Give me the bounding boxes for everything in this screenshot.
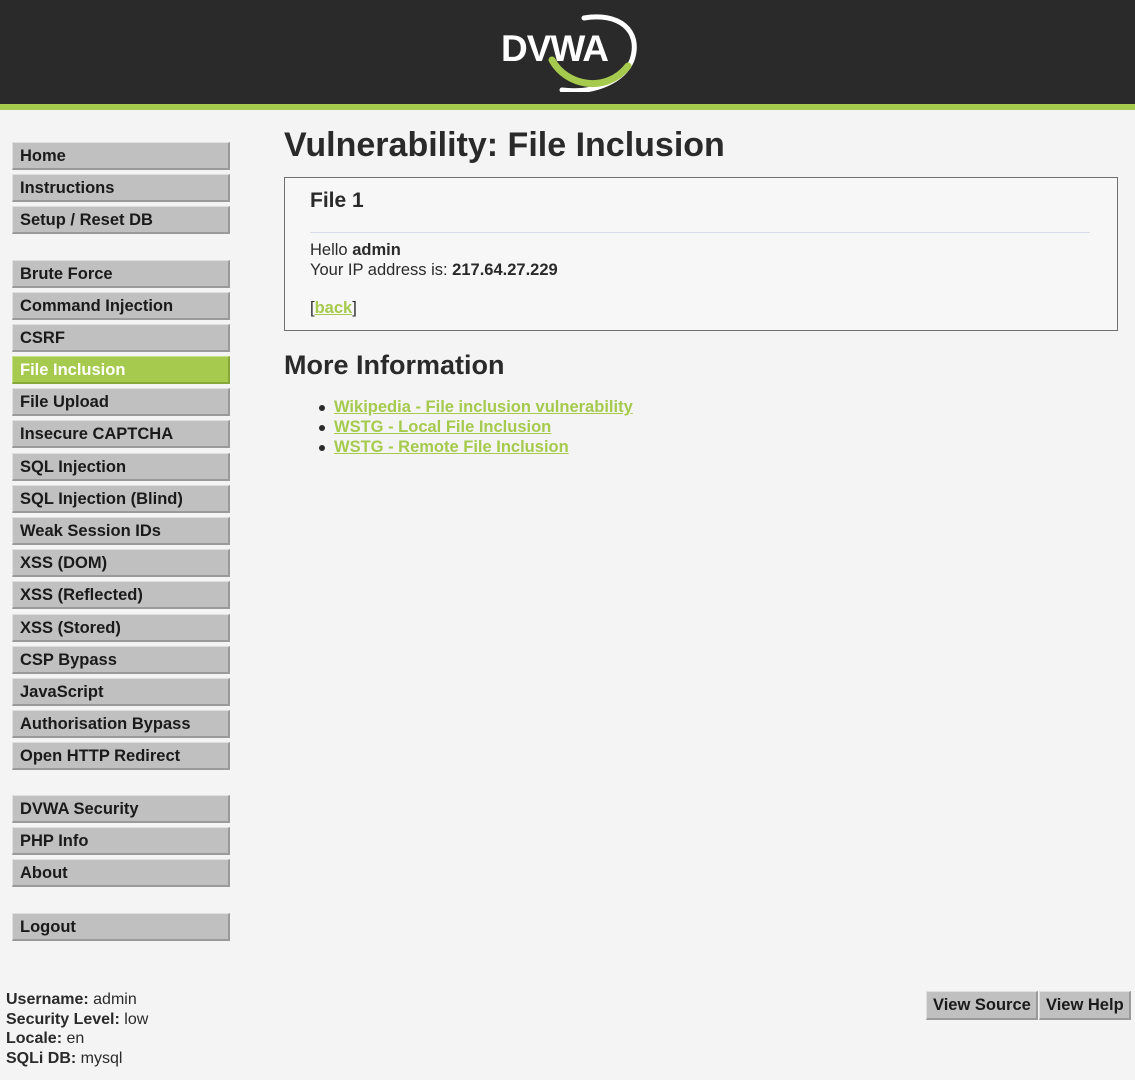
view-source-button[interactable]: View Source [926, 991, 1038, 1020]
sidebar-item-csp-bypass[interactable]: CSP Bypass [12, 645, 230, 674]
sidebar-item-dvwa-security[interactable]: DVWA Security [12, 795, 230, 823]
locale-value: en [66, 1030, 85, 1047]
sidebar-item-setup-reset-db[interactable]: Setup / Reset DB [12, 206, 230, 235]
sidebar-item-xss-stored[interactable]: XSS (Stored) [12, 613, 230, 642]
sqli-db-row: SQLi DB: mysql [6, 1049, 148, 1069]
greeting-prefix: Hello [310, 241, 353, 259]
sqli-db-value: mysql [80, 1049, 123, 1067]
sidebar-item-insecure-captcha[interactable]: Insecure CAPTCHA [12, 420, 230, 449]
sidebar-item-file-upload[interactable]: File Upload [12, 388, 230, 417]
more-information-list: Wikipedia - File inclusion vulnerability… [316, 398, 633, 458]
view-help-button[interactable]: View Help [1039, 991, 1131, 1020]
file-heading: File 1 [310, 189, 364, 212]
locale-label: Locale: [6, 1030, 63, 1047]
header-bar: DVWA [0, 0, 1135, 104]
sqli-db-label: SQLi DB: [6, 1049, 77, 1067]
sidebar-group-settings: DVWA Security PHP Info About [12, 795, 230, 892]
sidebar-item-xss-dom[interactable]: XSS (DOM) [12, 549, 230, 578]
divider [310, 232, 1090, 233]
sidebar-item-authorisation-bypass[interactable]: Authorisation Bypass [12, 710, 230, 739]
wikipedia-file-inclusion-link[interactable]: Wikipedia - File inclusion vulnerability [334, 398, 633, 416]
security-level-row: Security Level: low [6, 1010, 148, 1030]
sidebar-item-open-http-redirect[interactable]: Open HTTP Redirect [12, 742, 230, 771]
greeting-line: Hello admin [310, 241, 401, 260]
sidebar-item-file-inclusion[interactable]: File Inclusion [12, 356, 230, 385]
sidebar-group-main: Home Instructions Setup / Reset DB [12, 142, 230, 239]
sidebar-group-logout: Logout [12, 913, 230, 945]
page-title: Vulnerability: File Inclusion [284, 126, 725, 164]
sidebar-item-php-info[interactable]: PHP Info [12, 827, 230, 856]
list-item: WSTG - Local File Inclusion [316, 418, 633, 438]
ip-address-value: 217.64.27.229 [452, 261, 558, 279]
list-item: Wikipedia - File inclusion vulnerability [316, 398, 633, 418]
ip-prefix: Your IP address is: [310, 261, 453, 279]
list-item: WSTG - Remote File Inclusion [316, 438, 633, 458]
back-line: [back] [310, 299, 357, 318]
back-link[interactable]: back [315, 299, 353, 317]
wstg-local-file-inclusion-link[interactable]: WSTG - Local File Inclusion [334, 418, 551, 436]
username-value: admin [93, 991, 137, 1008]
file-content-box: File 1 Hello admin Your IP address is: 2… [284, 177, 1118, 331]
security-level-label: Security Level: [6, 1010, 120, 1028]
sidebar-item-javascript[interactable]: JavaScript [12, 677, 230, 706]
greeting-username: admin [352, 241, 401, 259]
header-accent-stripe [0, 104, 1135, 110]
security-level-value: low [124, 1010, 149, 1028]
username-label: Username: [6, 991, 89, 1008]
sidebar-item-sql-injection[interactable]: SQL Injection [12, 452, 230, 481]
sidebar-item-about[interactable]: About [12, 859, 230, 888]
bullet-icon [319, 405, 325, 411]
bullet-icon [319, 425, 325, 431]
back-bracket-close: ] [352, 299, 357, 317]
locale-row: Locale: en [6, 1029, 148, 1049]
sidebar-item-command-injection[interactable]: Command Injection [12, 291, 230, 320]
wstg-remote-file-inclusion-link[interactable]: WSTG - Remote File Inclusion [334, 438, 569, 456]
sidebar-item-csrf[interactable]: CSRF [12, 323, 230, 352]
sidebar-item-logout[interactable]: Logout [12, 913, 230, 941]
bullet-icon [319, 445, 325, 451]
sidebar-item-instructions[interactable]: Instructions [12, 174, 230, 203]
more-information-heading: More Information [284, 350, 505, 380]
username-row: Username: admin [6, 990, 148, 1010]
sidebar-group-vulnerabilities: Brute Force Command Injection CSRF File … [12, 259, 230, 775]
dvwa-logo: DVWA [501, 14, 637, 92]
sidebar-item-home[interactable]: Home [12, 142, 230, 170]
sidebar-item-sql-injection-blind[interactable]: SQL Injection (Blind) [12, 484, 230, 513]
session-info: Username: admin Security Level: low Loca… [6, 990, 148, 1068]
sidebar-item-weak-session-ids[interactable]: Weak Session IDs [12, 517, 230, 545]
ip-address-line: Your IP address is: 217.64.27.229 [310, 261, 558, 280]
logo-text: DVWA [501, 28, 608, 69]
sidebar-item-xss-reflected[interactable]: XSS (Reflected) [12, 581, 230, 610]
sidebar-item-brute-force[interactable]: Brute Force [12, 259, 230, 288]
